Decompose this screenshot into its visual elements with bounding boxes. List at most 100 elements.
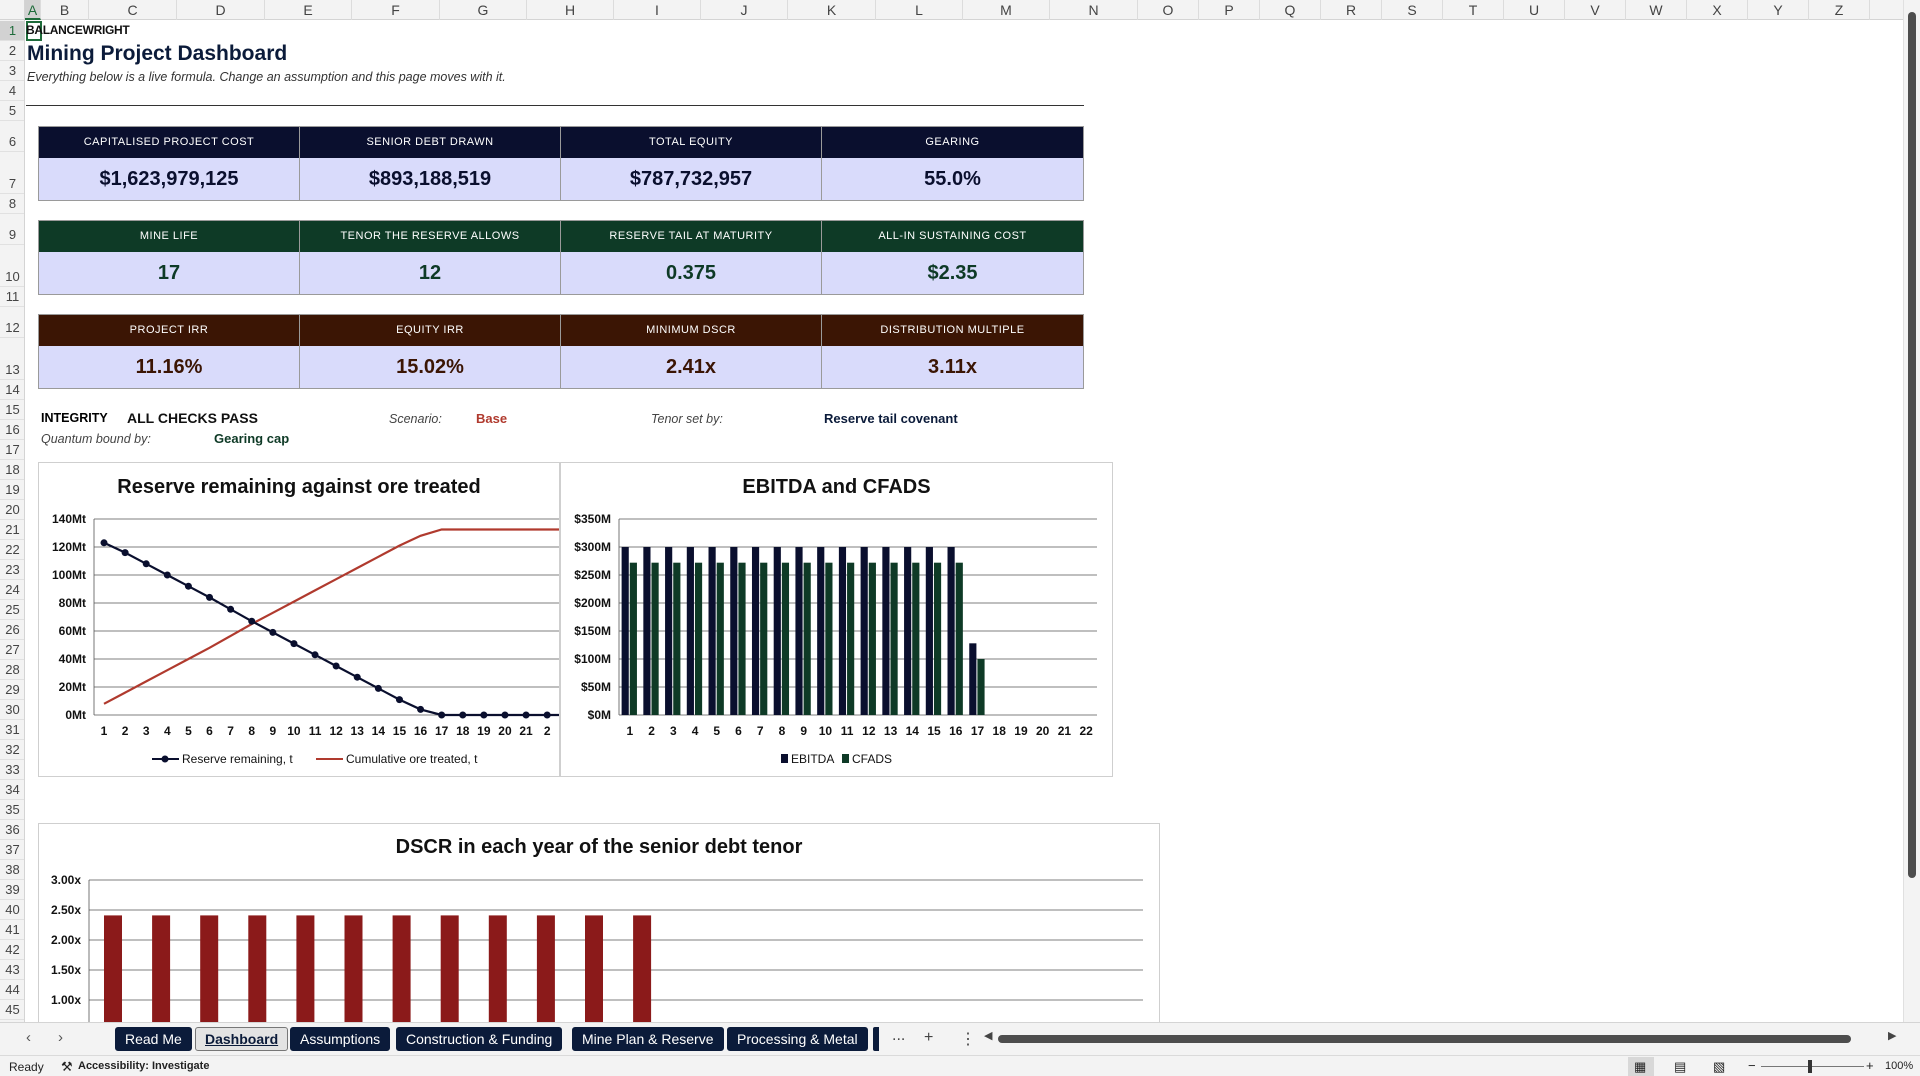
kpi-gearing[interactable]: GEARING 55.0% (822, 127, 1083, 200)
row-header-27[interactable]: 27 (0, 640, 24, 660)
tab-processing-metal[interactable]: Processing & Metal (727, 1027, 868, 1051)
chart-ebitda-cfads[interactable]: EBITDA and CFADS $0M $50M $100M $150M $200M $… (560, 462, 1113, 777)
kpi-tenor[interactable]: TENOR THE RESERVE ALLOWS 12 (300, 221, 561, 294)
tab-assumptions[interactable]: Assumptions (290, 1027, 391, 1051)
column-header-k[interactable]: K (788, 0, 876, 20)
row-header-20[interactable]: 20 (0, 500, 24, 520)
column-header-e[interactable]: E (265, 0, 352, 20)
horizontal-scrollbar[interactable]: ◀ ▶ (984, 1030, 1896, 1044)
row-header-1[interactable]: 1 (0, 21, 24, 41)
column-header-x[interactable]: X (1687, 0, 1748, 20)
tab-mine-plan-reserve[interactable]: Mine Plan & Reserve (572, 1027, 724, 1051)
tab-read-me[interactable]: Read Me (115, 1027, 192, 1051)
column-header-i[interactable]: I (614, 0, 701, 20)
zoom-level[interactable]: 100% (1885, 1060, 1913, 1072)
page-break-icon[interactable]: ▧ (1713, 1059, 1725, 1075)
row-header-45[interactable]: 45 (0, 1000, 24, 1020)
vertical-scroll-thumb[interactable] (1908, 12, 1916, 878)
accessibility-status[interactable]: Accessibility: Investigate (78, 1060, 209, 1072)
scroll-left-icon[interactable]: ◀ (984, 1029, 992, 1042)
row-header-15[interactable]: 15 (0, 400, 24, 420)
column-header-b[interactable]: B (41, 0, 89, 20)
column-header-c[interactable]: C (89, 0, 177, 20)
row-header-25[interactable]: 25 (0, 600, 24, 620)
column-header-u[interactable]: U (1504, 0, 1565, 20)
row-header-26[interactable]: 26 (0, 620, 24, 640)
row-header-39[interactable]: 39 (0, 880, 24, 900)
row-header-31[interactable]: 31 (0, 720, 24, 740)
row-header-18[interactable]: 18 (0, 460, 24, 480)
column-header-q[interactable]: Q (1260, 0, 1321, 20)
scroll-right-icon[interactable]: ▶ (1888, 1029, 1896, 1042)
page-layout-icon[interactable]: ▤ (1674, 1059, 1686, 1075)
add-sheet-button[interactable]: + (924, 1029, 933, 1047)
row-header-7[interactable]: 7 (0, 152, 24, 194)
kpi-total-equity[interactable]: TOTAL EQUITY $787,732,957 (561, 127, 822, 200)
kpi-aisc[interactable]: ALL-IN SUSTAINING COST $2.35 (822, 221, 1083, 294)
column-header-h[interactable]: H (527, 0, 614, 20)
tab-next-icon[interactable]: › (58, 1029, 63, 1046)
row-header-5[interactable]: 5 (0, 101, 24, 121)
kpi-equity-irr[interactable]: EQUITY IRR 15.02% (300, 315, 561, 388)
worksheet-grid[interactable]: BALANCEWRIGHT Mining Project Dashboard E… (26, 21, 1903, 1022)
select-all-corner[interactable] (0, 0, 25, 20)
column-header-l[interactable]: L (876, 0, 963, 20)
row-header-10[interactable]: 10 (0, 245, 24, 287)
column-header-w[interactable]: W (1626, 0, 1687, 20)
row-header-16[interactable]: 16 (0, 420, 24, 440)
row-header-4[interactable]: 4 (0, 81, 24, 101)
column-header-p[interactable]: P (1199, 0, 1260, 20)
zoom-slider-thumb[interactable] (1808, 1060, 1812, 1073)
row-header-30[interactable]: 30 (0, 700, 24, 720)
row-header-41[interactable]: 41 (0, 920, 24, 940)
row-header-28[interactable]: 28 (0, 660, 24, 680)
column-header-r[interactable]: R (1321, 0, 1382, 20)
column-header-j[interactable]: J (701, 0, 788, 20)
chart-reserve[interactable]: Reserve remaining against ore treated 0M… (38, 462, 560, 777)
kpi-mine-life[interactable]: MINE LIFE 17 (39, 221, 300, 294)
row-header-19[interactable]: 19 (0, 480, 24, 500)
row-header-40[interactable]: 40 (0, 900, 24, 920)
row-header-37[interactable]: 37 (0, 840, 24, 860)
row-header-11[interactable]: 11 (0, 287, 24, 307)
row-header-36[interactable]: 36 (0, 820, 24, 840)
column-header-g[interactable]: G (440, 0, 527, 20)
row-header-43[interactable]: 43 (0, 960, 24, 980)
horizontal-scroll-thumb[interactable] (998, 1035, 1851, 1043)
column-header-o[interactable]: O (1138, 0, 1199, 20)
row-header-42[interactable]: 42 (0, 940, 24, 960)
row-header-2[interactable]: 2 (0, 41, 24, 61)
row-header-6[interactable]: 6 (0, 121, 24, 152)
row-header-29[interactable]: 29 (0, 680, 24, 700)
row-header-3[interactable]: 3 (0, 61, 24, 81)
row-header-17[interactable]: 17 (0, 440, 24, 460)
zoom-out-icon[interactable]: − (1748, 1058, 1756, 1073)
row-header-32[interactable]: 32 (0, 740, 24, 760)
column-header-z[interactable]: Z (1809, 0, 1870, 20)
row-header-13[interactable]: 13 (0, 338, 24, 380)
row-header-33[interactable]: 33 (0, 760, 24, 780)
column-header-f[interactable]: F (352, 0, 440, 20)
row-header-24[interactable]: 24 (0, 580, 24, 600)
kpi-min-dscr[interactable]: MINIMUM DSCR 2.41x (561, 315, 822, 388)
more-tabs-button[interactable]: ... (892, 1027, 905, 1045)
row-header-21[interactable]: 21 (0, 520, 24, 540)
column-header-v[interactable]: V (1565, 0, 1626, 20)
column-header-t[interactable]: T (1443, 0, 1504, 20)
row-header-38[interactable]: 38 (0, 860, 24, 880)
kpi-reserve-tail[interactable]: RESERVE TAIL AT MATURITY 0.375 (561, 221, 822, 294)
row-header-34[interactable]: 34 (0, 780, 24, 800)
row-header-44[interactable]: 44 (0, 980, 24, 1000)
row-header-14[interactable]: 14 (0, 380, 24, 400)
column-header-y[interactable]: Y (1748, 0, 1809, 20)
tab-dashboard[interactable]: Dashboard (195, 1027, 289, 1051)
column-header-m[interactable]: M (963, 0, 1050, 20)
row-header-23[interactable]: 23 (0, 560, 24, 580)
tab-construction-funding[interactable]: Construction & Funding (396, 1027, 563, 1051)
kpi-senior-debt[interactable]: SENIOR DEBT DRAWN $893,188,519 (300, 127, 561, 200)
vertical-scrollbar[interactable] (1903, 0, 1920, 1022)
column-header-a[interactable]: A (25, 0, 41, 20)
accessibility-icon[interactable]: ⚒ (61, 1059, 73, 1075)
tab-options-button[interactable]: ⋮ (960, 1029, 976, 1049)
kpi-distribution-multiple[interactable]: DISTRIBUTION MULTIPLE 3.11x (822, 315, 1083, 388)
